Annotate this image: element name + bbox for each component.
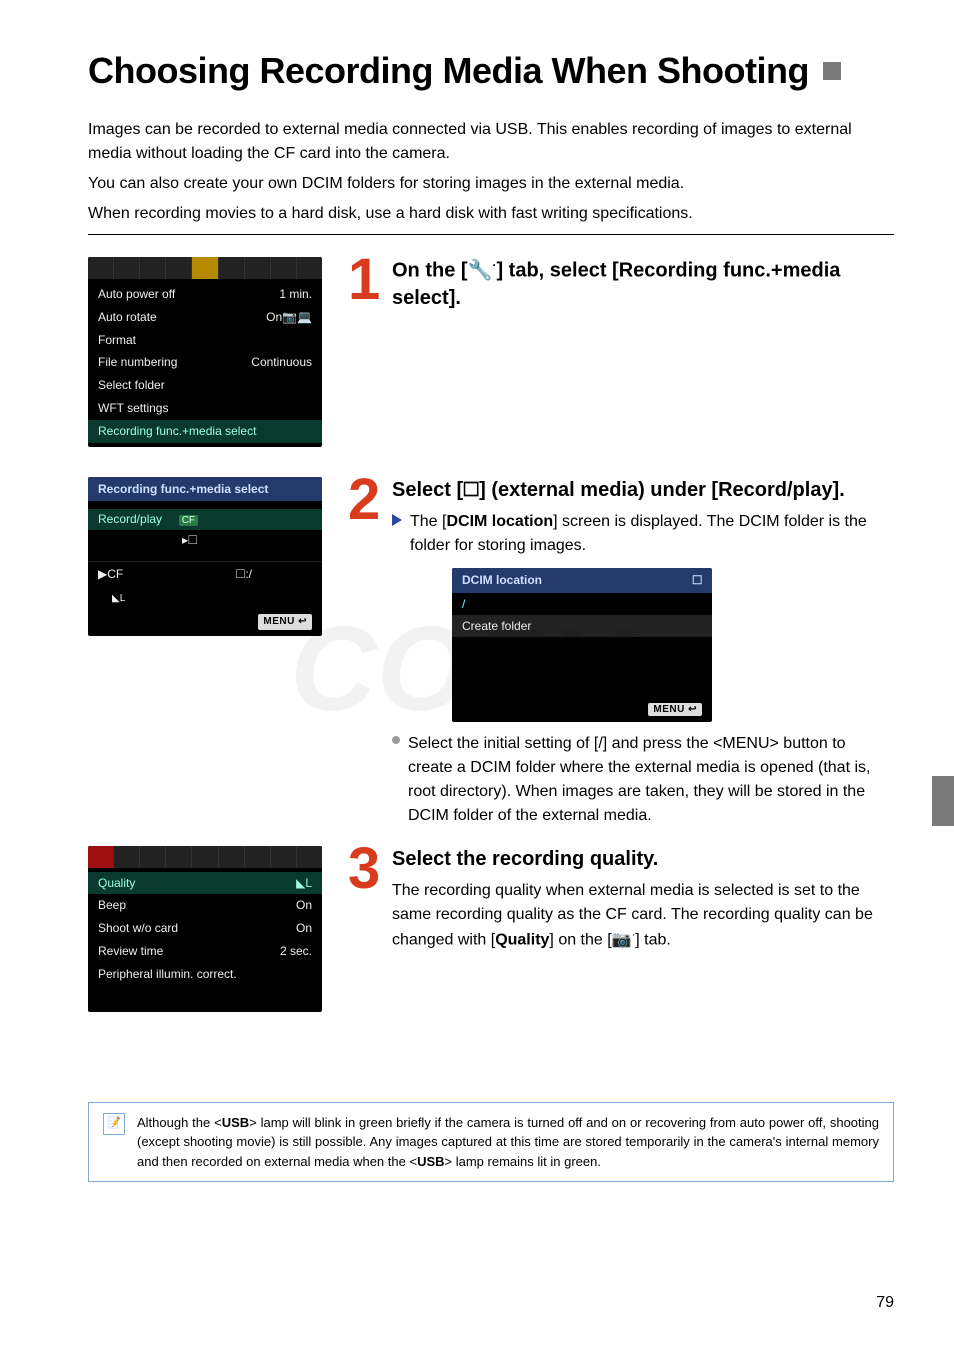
step-2-heading: Select [🞎] (external media) under [Recor…	[392, 477, 894, 504]
recording-func-media-select-label: Recording func.+media select	[98, 423, 256, 440]
auto-power-off-value: 1 min.	[279, 286, 312, 303]
page-number: 79	[876, 1294, 894, 1312]
page-title-row: Choosing Recording Media When Shooting	[88, 50, 894, 92]
shoot-without-card-label: Shoot w/o card	[98, 920, 178, 937]
title-square-icon	[823, 62, 841, 80]
step-2: Recording func.+media select Record/play…	[88, 477, 894, 828]
step-1-heading: On the [🔧·] tab, select [Recording func.…	[392, 257, 894, 312]
note-icon: 📝	[103, 1113, 125, 1135]
section-edge-tab	[932, 776, 954, 826]
beep-value: On	[296, 897, 312, 914]
step-number-2: 2	[348, 477, 392, 523]
auto-rotate-label: Auto rotate	[98, 309, 157, 326]
step-number-1: 1	[348, 257, 392, 303]
menu-return-badge-2: MENU ↩	[648, 703, 702, 716]
auto-power-off-label: Auto power off	[98, 286, 175, 303]
intro-line-1: Images can be recorded to external media…	[88, 118, 894, 166]
footnote-text: Although the <USB> lamp will blink in gr…	[137, 1113, 879, 1172]
intro-line-2: You can also create your own DCIM folder…	[88, 172, 894, 196]
menu-tabs-2	[88, 846, 322, 868]
step-3-heading: Select the recording quality.	[392, 846, 894, 873]
intro-line-3: When recording movies to a hard disk, us…	[88, 202, 894, 226]
destination-cf: ▶CF	[98, 566, 123, 583]
create-folder-row: Create folder	[452, 615, 712, 637]
step-2-bullet-1: The [DCIM location] screen is displayed.…	[392, 510, 894, 558]
wft-settings-label: WFT settings	[98, 400, 168, 417]
dcim-title: DCIM location	[462, 573, 542, 588]
external-media-icon: 🞎	[692, 573, 702, 588]
step-3-body: The recording quality when external medi…	[392, 879, 894, 952]
select-folder-label: Select folder	[98, 377, 165, 394]
cf-badge: CF	[179, 515, 198, 526]
step-3: Quality ◣L Beep On Shoot w/o card On Review…	[88, 846, 894, 1012]
recording-func-title: Recording func.+media select	[88, 477, 322, 502]
record-play-row: Record/play CF	[88, 509, 322, 530]
menu-return-badge: MENU ↩	[258, 614, 312, 630]
camera-recording-func-screen: Recording func.+media select Record/play…	[88, 477, 322, 636]
external-media-option: ▸🞎	[88, 530, 322, 551]
file-numbering-value: Continuous	[251, 354, 312, 371]
page-title: Choosing Recording Media When Shooting	[88, 50, 809, 92]
auto-rotate-value: On📷💻	[266, 309, 312, 326]
destination-ext: 🞎:/	[236, 566, 312, 583]
shoot-without-card-value: On	[296, 920, 312, 937]
format-label: Format	[98, 332, 136, 349]
camera-icon: 📷	[612, 931, 632, 948]
beep-label: Beep	[98, 897, 126, 914]
triangle-bullet-icon	[392, 514, 402, 526]
step-1: Auto power off 1 min. Auto rotate On📷💻 For…	[88, 257, 894, 447]
wrench-icon: 🔧	[468, 260, 493, 282]
step-2-bullet-2: Select the initial setting of [/] and pr…	[392, 732, 894, 828]
quality-value: ◣L	[296, 875, 312, 892]
review-time-label: Review time	[98, 943, 163, 960]
menu-tabs	[88, 257, 322, 279]
quality-label: Quality	[98, 875, 135, 892]
file-numbering-label: File numbering	[98, 354, 177, 371]
dcim-location-screen: DCIM location 🞎 / Create folder MENU ↩	[452, 568, 712, 722]
camera-menu-setup: Auto power off 1 min. Auto rotate On📷💻 For…	[88, 257, 322, 447]
quality-mini-icon: ◣L	[112, 593, 125, 604]
peripheral-illumin-label: Peripheral illumin. correct.	[98, 966, 237, 983]
dcim-root-path: /	[452, 593, 712, 615]
dot-bullet-icon	[392, 736, 400, 744]
footnote: 📝 Although the <USB> lamp will blink in …	[88, 1102, 894, 1183]
divider	[88, 234, 894, 235]
camera-shooting-menu: Quality ◣L Beep On Shoot w/o card On Review…	[88, 846, 322, 1012]
step-number-3: 3	[348, 846, 392, 892]
review-time-value: 2 sec.	[280, 943, 312, 960]
